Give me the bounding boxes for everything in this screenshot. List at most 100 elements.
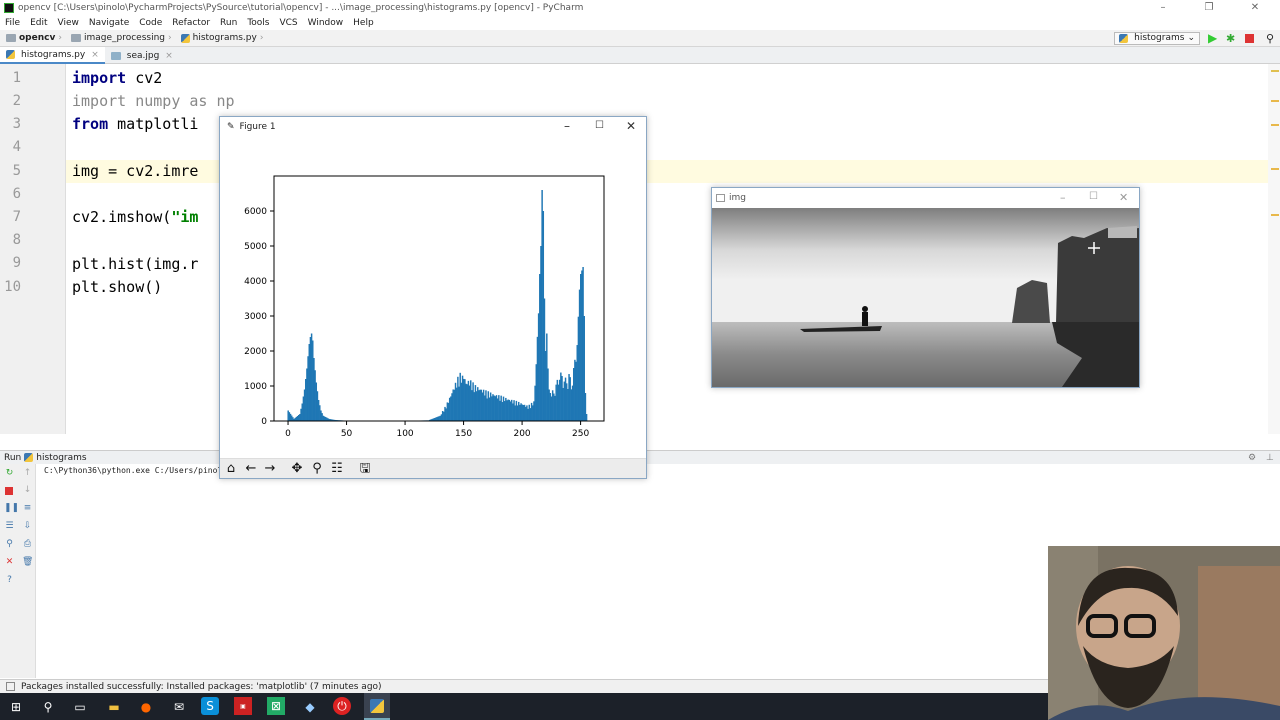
maximize-icon[interactable]: ☐ (595, 120, 604, 131)
firefox-icon[interactable]: ● (136, 697, 156, 717)
zoom-icon[interactable]: ⚲ (308, 461, 326, 477)
code-line[interactable]: img = cv2.imre (72, 160, 198, 183)
home-icon[interactable]: ⌂ (222, 461, 240, 477)
file-explorer-icon[interactable]: ▬ (104, 697, 124, 717)
run-configuration-select[interactable]: histograms ⌄ (1114, 32, 1200, 45)
stop-icon[interactable] (1245, 34, 1254, 43)
clear-icon[interactable]: 🗑 (22, 558, 33, 567)
minimize-icon[interactable]: – (1060, 191, 1066, 204)
run-tab-histograms[interactable]: histograms (36, 453, 86, 463)
figure-title-bar[interactable]: ✎ Figure 1 – ☐ ✕ (220, 117, 646, 137)
app-icon[interactable]: ◆ (300, 697, 320, 717)
menu-vcs[interactable]: VCS (274, 18, 302, 28)
line-number-gutter: 1 2 3 4 5 6 7 8 9 10 (0, 64, 66, 434)
maximize-icon[interactable]: ☐ (1089, 191, 1098, 202)
menu-navigate[interactable]: Navigate (84, 18, 134, 28)
close-tab-icon[interactable]: × (165, 51, 173, 61)
gear-icon[interactable]: ⚙ (1248, 453, 1256, 463)
folder-icon (70, 34, 81, 42)
spreadsheet-icon[interactable]: ⊠ (267, 697, 285, 715)
code-line[interactable]: plt.hist(img.r (72, 253, 198, 276)
soft-wrap-icon[interactable]: ≡ (22, 504, 33, 513)
code-line[interactable]: from matplotli (72, 113, 198, 136)
minimize-icon[interactable]: – (564, 119, 570, 133)
breadcrumb-project[interactable]: opencv › (0, 33, 65, 43)
x-tick-label: 0 (285, 429, 291, 439)
menu-view[interactable]: View (53, 18, 84, 28)
close-icon[interactable]: ✕ (4, 558, 15, 567)
pycharm-taskbar-icon[interactable] (364, 693, 390, 720)
scroll-end-icon[interactable]: ⇩ (22, 522, 33, 531)
forward-icon[interactable]: → (261, 461, 279, 477)
pause-icon[interactable]: ❚❚ (4, 504, 19, 513)
code-line[interactable]: import cv2 (72, 67, 162, 90)
y-tick-label: 6000 (244, 207, 267, 217)
x-tick-label: 150 (455, 429, 472, 439)
video-editor-icon[interactable]: ▣ (234, 697, 252, 715)
menu-file[interactable]: File (0, 18, 25, 28)
configure-icon[interactable]: ☷ (328, 461, 346, 477)
image-title-bar[interactable]: img – ☐ ✕ (712, 188, 1139, 208)
restore-icon[interactable]: ❐ (1186, 0, 1232, 15)
code-token: numpy (126, 92, 190, 111)
window-title: opencv [C:\Users\pinolo\PycharmProjects\… (18, 2, 584, 13)
close-icon[interactable]: ✕ (626, 119, 636, 133)
save-icon[interactable]: 🖫 (356, 461, 374, 477)
line-number: 10 (4, 278, 21, 295)
search-icon[interactable]: ⚲ (38, 697, 58, 717)
print-icon[interactable]: ⎙ (22, 540, 33, 549)
pan-icon[interactable]: ✥ (288, 461, 306, 477)
x-tick-label: 50 (341, 429, 353, 439)
debug-icon[interactable]: ✱ (1226, 32, 1239, 45)
rerun-icon[interactable]: ↻ (4, 469, 15, 478)
scroll-down-icon[interactable]: ↓ (22, 486, 33, 495)
code-token: plt.show() (72, 277, 163, 296)
line-number: 6 (12, 185, 21, 202)
editor-scrollbar[interactable] (1268, 64, 1280, 434)
menu-refactor[interactable]: Refactor (167, 18, 215, 28)
figure-window[interactable]: ✎ Figure 1 – ☐ ✕ 0 50 100 150 200 250 0 1000 200… (219, 116, 647, 479)
close-tab-icon[interactable]: × (91, 50, 99, 60)
search-icon[interactable]: ⚲ (1266, 32, 1279, 45)
menu-code[interactable]: Code (134, 18, 167, 28)
pin-icon[interactable]: ⚲ (4, 540, 15, 549)
code-line[interactable]: import numpy as np (72, 90, 235, 113)
tab-sea-jpg[interactable]: sea.jpg × (105, 47, 179, 64)
mail-icon[interactable]: ✉ (169, 697, 189, 717)
skype-icon[interactable]: S (201, 697, 219, 715)
menu-tools[interactable]: Tools (242, 18, 274, 28)
menu-window[interactable]: Window (303, 18, 349, 28)
tab-histograms-py[interactable]: histograms.py × (0, 47, 105, 64)
minimize-icon[interactable]: – (1140, 0, 1186, 15)
image-window[interactable]: img – ☐ ✕ (711, 187, 1140, 388)
menu-run[interactable]: Run (215, 18, 242, 28)
line-number: 8 (12, 232, 21, 249)
menu-help[interactable]: Help (348, 18, 379, 28)
close-icon[interactable]: ✕ (1232, 0, 1278, 15)
code-token: np (207, 92, 235, 111)
status-text[interactable]: Packages installed successfully: Install… (21, 682, 382, 692)
dump-threads-icon[interactable]: ☰ (4, 522, 15, 531)
help-icon[interactable]: ? (4, 576, 15, 585)
code-token: cv2 (126, 69, 163, 87)
power-app-icon[interactable]: ⏻ (333, 697, 351, 715)
histogram-chart: 0 50 100 150 200 250 0 1000 2000 3000 4000 5000 6000 (244, 175, 605, 439)
windows-start-icon[interactable]: ⊞ (6, 697, 26, 717)
back-icon[interactable]: ← (242, 461, 260, 477)
scroll-up-icon[interactable]: ↑ (22, 469, 33, 478)
line-number: 2 (12, 93, 21, 109)
status-icon[interactable] (6, 682, 15, 691)
image-file-icon (110, 51, 121, 60)
stop-icon[interactable] (5, 487, 13, 495)
close-icon[interactable]: ✕ (1119, 191, 1128, 204)
hide-panel-icon[interactable]: ⊥ (1266, 453, 1274, 463)
breadcrumb-file[interactable]: histograms.py › (175, 33, 267, 43)
menu-edit[interactable]: Edit (25, 18, 52, 28)
code-token: import (72, 69, 127, 87)
code-line[interactable]: plt.show() (72, 276, 162, 299)
run-icon[interactable]: ▶ (1208, 32, 1221, 45)
breadcrumb-folder[interactable]: image_processing › (65, 33, 175, 43)
task-view-icon[interactable]: ▭ (70, 697, 90, 717)
line-number: 4 (12, 139, 21, 156)
code-line[interactable]: cv2.imshow("im (72, 206, 198, 229)
